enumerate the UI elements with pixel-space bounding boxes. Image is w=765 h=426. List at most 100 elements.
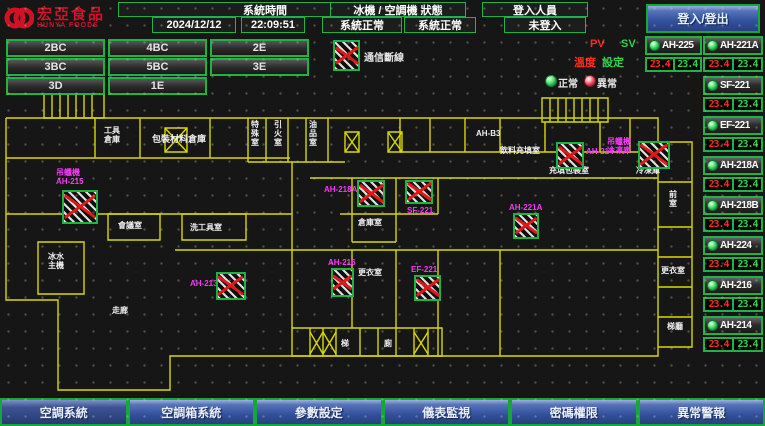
unit-tag-label: EF-221 bbox=[411, 265, 437, 274]
unit-button-ah-218a[interactable]: AH-218A bbox=[703, 156, 763, 175]
unit-tag-label: AH-213 bbox=[190, 279, 218, 288]
system-date-value: 2024/12/12 bbox=[152, 17, 236, 33]
floor-button-4bc[interactable]: 4BC bbox=[108, 39, 207, 57]
pv-value: 23.4 bbox=[705, 339, 732, 350]
status-led-icon bbox=[707, 240, 718, 251]
pv-value: 23.4 bbox=[705, 99, 732, 110]
nav-button-alarm[interactable]: 異常警報 bbox=[638, 400, 765, 426]
room-label: 更衣室 bbox=[661, 266, 685, 275]
floor-button-5bc[interactable]: 5BC bbox=[108, 58, 207, 76]
room-label: 倉庫室 bbox=[358, 218, 382, 227]
unit-tag-label: AH-216 bbox=[328, 258, 356, 267]
room-label: 引火室 bbox=[274, 120, 282, 147]
temperature-display: 23.423.4 bbox=[703, 97, 763, 112]
floor-button-1e[interactable]: 1E bbox=[108, 77, 207, 95]
unit-block-ah-218a: AH-218A23.423.4 bbox=[703, 156, 763, 192]
sv-value: 23.4 bbox=[732, 99, 761, 110]
status-led-icon bbox=[707, 280, 718, 291]
offline-ahu-icon-ah-216[interactable] bbox=[331, 268, 354, 297]
unit-tag-label: 吊蠟機冷凍庫 bbox=[607, 137, 631, 155]
room-label: 更衣室 bbox=[358, 268, 382, 277]
unit-button-ef-221[interactable]: EF-221 bbox=[703, 116, 763, 135]
status-led-icon bbox=[649, 40, 660, 51]
room-label: 包裝材料倉庫 bbox=[152, 135, 206, 144]
unit-block-ah-216: AH-216 23.423.4 bbox=[703, 276, 763, 312]
unit-button-ah-216[interactable]: AH-216 bbox=[703, 276, 763, 295]
pv-header-label: PV bbox=[590, 38, 605, 50]
nav-button-password-authority[interactable]: 密碼權限 bbox=[510, 400, 638, 426]
sv-value: 23.4 bbox=[673, 59, 701, 70]
temperature-display: 23.423.4 bbox=[703, 297, 763, 312]
comm-offline-icon bbox=[333, 40, 360, 71]
floor-button-3e[interactable]: 3E bbox=[210, 58, 309, 76]
sv-value: 23.4 bbox=[732, 219, 761, 230]
sv-value: 23.4 bbox=[732, 299, 761, 310]
status-led-icon bbox=[707, 120, 718, 131]
login-logout-button[interactable]: 登入/登出 bbox=[646, 4, 760, 33]
offline-ahu-icon-ef-221[interactable] bbox=[414, 275, 441, 301]
machine-status-label: 冰機 / 空調機 狀態 bbox=[330, 2, 466, 17]
offline-ahu-icon-ah-221a[interactable] bbox=[513, 213, 539, 239]
offline-ahu-icon-ah-215[interactable] bbox=[62, 190, 98, 224]
status-led-icon bbox=[707, 200, 718, 211]
sv-value: 23.4 bbox=[732, 179, 761, 190]
brand-name-en: HUNYA FOODS bbox=[37, 22, 105, 29]
unit-block-ef-221: EF-22123.423.4 bbox=[703, 116, 763, 152]
sv-value: 23.4 bbox=[732, 59, 761, 70]
nav-button-ahu-system[interactable]: 空調箱系統 bbox=[128, 400, 256, 426]
unit-button-ah-225[interactable]: AH-225 bbox=[645, 36, 702, 55]
login-user-label: 登入人員 bbox=[482, 2, 588, 17]
pv-value: 23.4 bbox=[705, 219, 732, 230]
offline-ahu-icon-冷凍庫[interactable] bbox=[638, 141, 670, 169]
unit-name-label: AH-221A bbox=[720, 40, 758, 51]
unit-name-label: AH-218A bbox=[720, 160, 758, 171]
brand-name: 宏亞食品 bbox=[37, 7, 105, 22]
floor-button-3d[interactable]: 3D bbox=[6, 77, 105, 95]
unit-block-ah-214: AH-214 23.423.4 bbox=[703, 316, 763, 352]
pv-value: 23.4 bbox=[705, 59, 732, 70]
offline-ahu-icon-ah-213[interactable] bbox=[216, 272, 246, 300]
unit-button-ah-214[interactable]: AH-214 bbox=[703, 316, 763, 335]
floor-button-2bc[interactable]: 2BC bbox=[6, 39, 105, 57]
floor-selector: 2BC4BC2E 3BC5BC3E 3D1E bbox=[0, 39, 330, 97]
system-clock-value: 22:09:51 bbox=[241, 17, 305, 33]
offline-ahu-icon-ah-214[interactable] bbox=[556, 142, 584, 169]
nav-button-ac-system[interactable]: 空調系統 bbox=[0, 400, 128, 426]
room-label: AH-B3 bbox=[476, 129, 500, 138]
nav-button-parameter-settings[interactable]: 參數設定 bbox=[255, 400, 383, 426]
unit-name-label: AH-225 bbox=[662, 40, 693, 51]
room-label: 工具倉庫 bbox=[104, 126, 120, 144]
floor-button-2e[interactable]: 2E bbox=[210, 39, 309, 57]
status-led-icon bbox=[707, 40, 718, 51]
nav-button-meter-monitor[interactable]: 儀表監視 bbox=[383, 400, 511, 426]
unit-tag-label: AH-218A bbox=[324, 185, 357, 194]
unit-button-ah-224[interactable]: AH-224 bbox=[703, 236, 763, 255]
unit-name-label: EF-221 bbox=[720, 120, 750, 131]
brand-logo-icon bbox=[4, 4, 34, 32]
units-column-right: AH-221A23.423.4SF-22123.423.4EF-22123.42… bbox=[703, 36, 763, 356]
temperature-display: 23.423.4 bbox=[703, 337, 763, 352]
sv-value: 23.4 bbox=[732, 339, 761, 350]
unit-name-label: AH-214 bbox=[720, 320, 751, 331]
unit-name-label: AH-216 bbox=[720, 280, 751, 291]
hmi-screen: 宏亞食品 HUNYA FOODS 系統時間 2024/12/12 22:09:5… bbox=[0, 0, 765, 426]
sv-header-label: SV bbox=[621, 38, 636, 50]
unit-tag-label: 吊蠟機AH-215 bbox=[56, 168, 84, 186]
offline-ahu-icon-sf-221[interactable] bbox=[405, 180, 433, 204]
unit-block-ah-221a: AH-221A 23.423.4 bbox=[703, 36, 763, 72]
pv-value: 23.4 bbox=[705, 139, 732, 150]
room-label: 梯 bbox=[341, 339, 349, 348]
unit-button-sf-221[interactable]: SF-221 bbox=[703, 76, 763, 95]
room-label: 前室 bbox=[669, 190, 677, 208]
offline-ahu-icon-ah-218a[interactable] bbox=[357, 180, 385, 207]
pv-value: 23.4 bbox=[705, 299, 732, 310]
room-label: 走廊 bbox=[112, 306, 128, 315]
unit-button-ah-221a[interactable]: AH-221A bbox=[703, 36, 763, 55]
room-label: 洗工具室 bbox=[190, 223, 222, 232]
floor-button-3bc[interactable]: 3BC bbox=[6, 58, 105, 76]
login-status-value: 未登入 bbox=[504, 17, 586, 33]
set-word-label: 設定 bbox=[602, 54, 624, 70]
temperature-display: 23.423.4 bbox=[645, 57, 702, 72]
unit-button-ah-218b[interactable]: AH-218B bbox=[703, 196, 763, 215]
bottom-navigation: 空調系統空調箱系統參數設定儀表監視密碼權限異常警報 bbox=[0, 398, 765, 426]
